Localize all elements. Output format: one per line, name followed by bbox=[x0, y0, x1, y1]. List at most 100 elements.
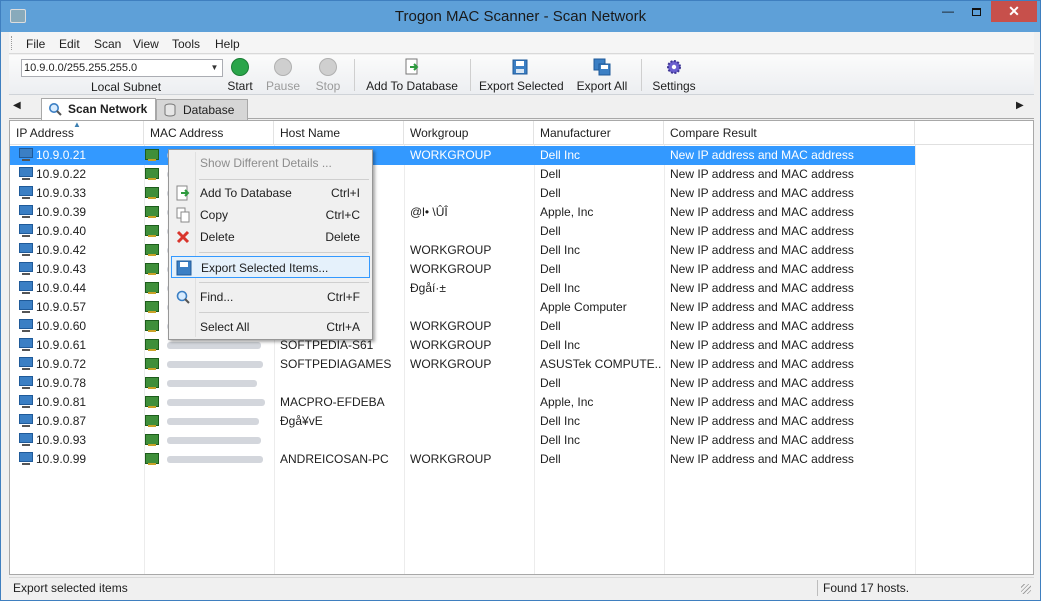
cell-compare-result: New IP address and MAC address bbox=[670, 243, 854, 257]
list-header: IP Address ▲ MAC Address Host Name Workgr… bbox=[10, 121, 1033, 145]
menu-edit[interactable]: Edit bbox=[59, 37, 80, 51]
menu-item-delete-label: Delete bbox=[200, 230, 235, 244]
computer-icon bbox=[18, 262, 34, 276]
column-ip-address[interactable]: IP Address ▲ bbox=[10, 121, 144, 145]
menu-item-export-selected[interactable]: Export Selected Items... bbox=[171, 256, 370, 278]
settings-button[interactable]: Settings bbox=[649, 58, 699, 94]
tab-scan-network-label: Scan Network bbox=[68, 102, 148, 116]
status-divider bbox=[817, 580, 818, 596]
tab-scroll-right-icon[interactable]: ▶ bbox=[1016, 100, 1024, 111]
menu-item-select-all[interactable]: Select All Ctrl+A bbox=[171, 316, 370, 338]
cell-host-name: SOFTPEDIA-S61 bbox=[280, 338, 374, 352]
cell-host-name: MACPRO-EFDEBA bbox=[280, 395, 385, 409]
network-card-icon bbox=[145, 434, 159, 446]
menu-separator bbox=[199, 282, 369, 283]
subnet-select[interactable]: 10.9.0.0/255.255.255.0 ▼ bbox=[21, 59, 223, 77]
cell-manufacturer: Dell Inc bbox=[540, 338, 581, 352]
cell-ip-address: 10.9.0.44 bbox=[36, 281, 87, 295]
shortcut-ctrl-a: Ctrl+A bbox=[326, 320, 360, 334]
toolbar-separator bbox=[641, 59, 642, 91]
cell-manufacturer: Apple, Inc bbox=[540, 395, 594, 409]
add-to-database-button[interactable]: Add To Database bbox=[365, 58, 459, 94]
table-row[interactable]: 10.9.0.33 Dell New IP address and MAC addr… bbox=[10, 184, 1033, 203]
table-row[interactable]: 10.9.0.57 Apple Computer New IP address an… bbox=[10, 298, 1033, 317]
close-button[interactable]: ✕ bbox=[991, 1, 1037, 22]
computer-icon bbox=[18, 224, 34, 238]
cell-ip-address: 10.9.0.42 bbox=[36, 243, 87, 257]
menu-item-delete[interactable]: Delete Delete bbox=[171, 226, 370, 248]
column-workgroup[interactable]: Workgroup bbox=[404, 121, 534, 145]
cell-manufacturer: Dell bbox=[540, 319, 561, 333]
table-row[interactable]: 10.9.0.39 @l• \ÛÎ Apple, Inc New IP address… bbox=[10, 203, 1033, 222]
column-compare-result[interactable]: Compare Result bbox=[664, 121, 915, 145]
table-row[interactable]: 10.9.0.93 Dell Inc New IP address and MAC … bbox=[10, 431, 1033, 450]
cell-compare-result: New IP address and MAC address bbox=[670, 205, 854, 219]
table-row[interactable]: 10.9.0.99 ANDREICOSAN-PC WORKGROUP Dell New … bbox=[10, 450, 1033, 469]
menu-scan[interactable]: Scan bbox=[94, 37, 121, 51]
table-row[interactable]: 10.9.0.60 WORKGROUP Dell New IP address and… bbox=[10, 317, 1033, 336]
cell-host-name bbox=[280, 433, 402, 449]
shortcut-ctrl-f: Ctrl+F bbox=[327, 290, 360, 304]
toolbar-separator bbox=[354, 59, 355, 91]
table-row[interactable]: 10.9.0.44 Ðgåí·± Dell Inc New IP address an… bbox=[10, 279, 1033, 298]
stop-label: Stop bbox=[315, 79, 341, 93]
tab-database[interactable]: Database bbox=[156, 99, 248, 120]
tab-scroll-left-icon[interactable]: ◀ bbox=[13, 100, 21, 111]
pause-button[interactable]: Pause bbox=[265, 58, 301, 94]
table-row[interactable]: 10.9.0.40 Dell New IP address and MAC addr… bbox=[10, 222, 1033, 241]
menu-item-add-to-database[interactable]: Add To Database Ctrl+I bbox=[171, 182, 370, 204]
table-row[interactable]: 10.9.0.78 Dell New IP address and MAC addr… bbox=[10, 374, 1033, 393]
mac-address-redacted bbox=[167, 418, 259, 425]
tab-scan-network[interactable]: Scan Network bbox=[41, 98, 156, 120]
column-host-name[interactable]: Host Name bbox=[274, 121, 404, 145]
cell-ip-address: 10.9.0.81 bbox=[36, 395, 87, 409]
hosts-list[interactable]: IP Address ▲ MAC Address Host Name Workgr… bbox=[9, 120, 1034, 575]
shortcut-ctrl-i: Ctrl+I bbox=[330, 186, 360, 200]
table-row[interactable]: 10.9.0.61 SOFTPEDIA-S61 WORKGROUP Dell Inc N… bbox=[10, 336, 1033, 355]
table-row[interactable]: 10.9.0.72 SOFTPEDIAGAMES WORKGROUP ASUSTek … bbox=[10, 355, 1033, 374]
title-bar[interactable]: Trogon MAC Scanner - Scan Network — ✕ bbox=[1, 1, 1040, 32]
cell-ip-address: 10.9.0.40 bbox=[36, 224, 87, 238]
table-row[interactable]: 10.9.0.22 Dell New IP address and MAC addr… bbox=[10, 165, 1033, 184]
computer-icon bbox=[18, 205, 34, 219]
menu-tools[interactable]: Tools bbox=[172, 37, 200, 51]
menu-item-show-details[interactable]: Show Different Details ... bbox=[171, 152, 370, 174]
resize-grip-icon[interactable] bbox=[1021, 584, 1031, 594]
minimize-button[interactable]: — bbox=[935, 1, 961, 22]
computer-icon bbox=[18, 281, 34, 295]
network-card-icon bbox=[145, 244, 159, 256]
computer-icon bbox=[18, 357, 34, 371]
network-card-icon bbox=[145, 377, 159, 389]
cell-host-name: ANDREICOSAN-PC bbox=[280, 452, 389, 466]
menu-item-find[interactable]: Find... Ctrl+F bbox=[171, 286, 370, 308]
stop-button[interactable]: Stop bbox=[313, 58, 343, 94]
table-row[interactable]: 10.9.0.81 MACPRO-EFDEBA Apple, Inc New IP a… bbox=[10, 393, 1033, 412]
start-label: Start bbox=[227, 79, 253, 93]
maximize-button[interactable] bbox=[963, 1, 989, 22]
menu-item-select-all-label: Select All bbox=[200, 320, 250, 334]
cell-manufacturer: ASUSTek COMPUTE... bbox=[540, 357, 662, 371]
magnifier-icon bbox=[49, 103, 62, 116]
cell-workgroup bbox=[410, 376, 532, 392]
export-all-button[interactable]: Export All bbox=[573, 58, 631, 94]
table-row[interactable]: 10.9.0.21 WORKGROUP Dell Inc New IP address… bbox=[10, 146, 1033, 165]
cell-manufacturer: Dell bbox=[540, 224, 561, 238]
column-manufacturer[interactable]: Manufacturer bbox=[534, 121, 664, 145]
menu-view[interactable]: View bbox=[133, 37, 159, 51]
column-mac-address[interactable]: MAC Address bbox=[144, 121, 274, 145]
menu-file[interactable]: File bbox=[26, 37, 45, 51]
status-bar: Export selected items Found 17 hosts. bbox=[9, 577, 1034, 597]
table-row[interactable]: 10.9.0.42 WORKGROUP Dell Inc New IP address… bbox=[10, 241, 1033, 260]
cell-manufacturer: Apple, Inc bbox=[540, 205, 594, 219]
table-row[interactable]: 10.9.0.87 Ðgå¥vE Dell Inc New IP address an… bbox=[10, 412, 1033, 431]
cell-workgroup: Ðgåí·± bbox=[410, 281, 446, 295]
chevron-down-icon[interactable]: ▼ bbox=[208, 61, 221, 75]
menu-help[interactable]: Help bbox=[215, 37, 240, 51]
export-selected-button[interactable]: Export Selected bbox=[479, 58, 564, 94]
play-icon bbox=[231, 58, 249, 76]
menu-item-copy[interactable]: Copy Ctrl+C bbox=[171, 204, 370, 226]
cell-compare-result: New IP address and MAC address bbox=[670, 281, 854, 295]
menu-item-add-to-database-label: Add To Database bbox=[200, 186, 292, 200]
start-button[interactable]: Start bbox=[226, 58, 254, 94]
table-row[interactable]: 10.9.0.43K1WORKGROUPDellNew IP address a… bbox=[10, 260, 1033, 279]
